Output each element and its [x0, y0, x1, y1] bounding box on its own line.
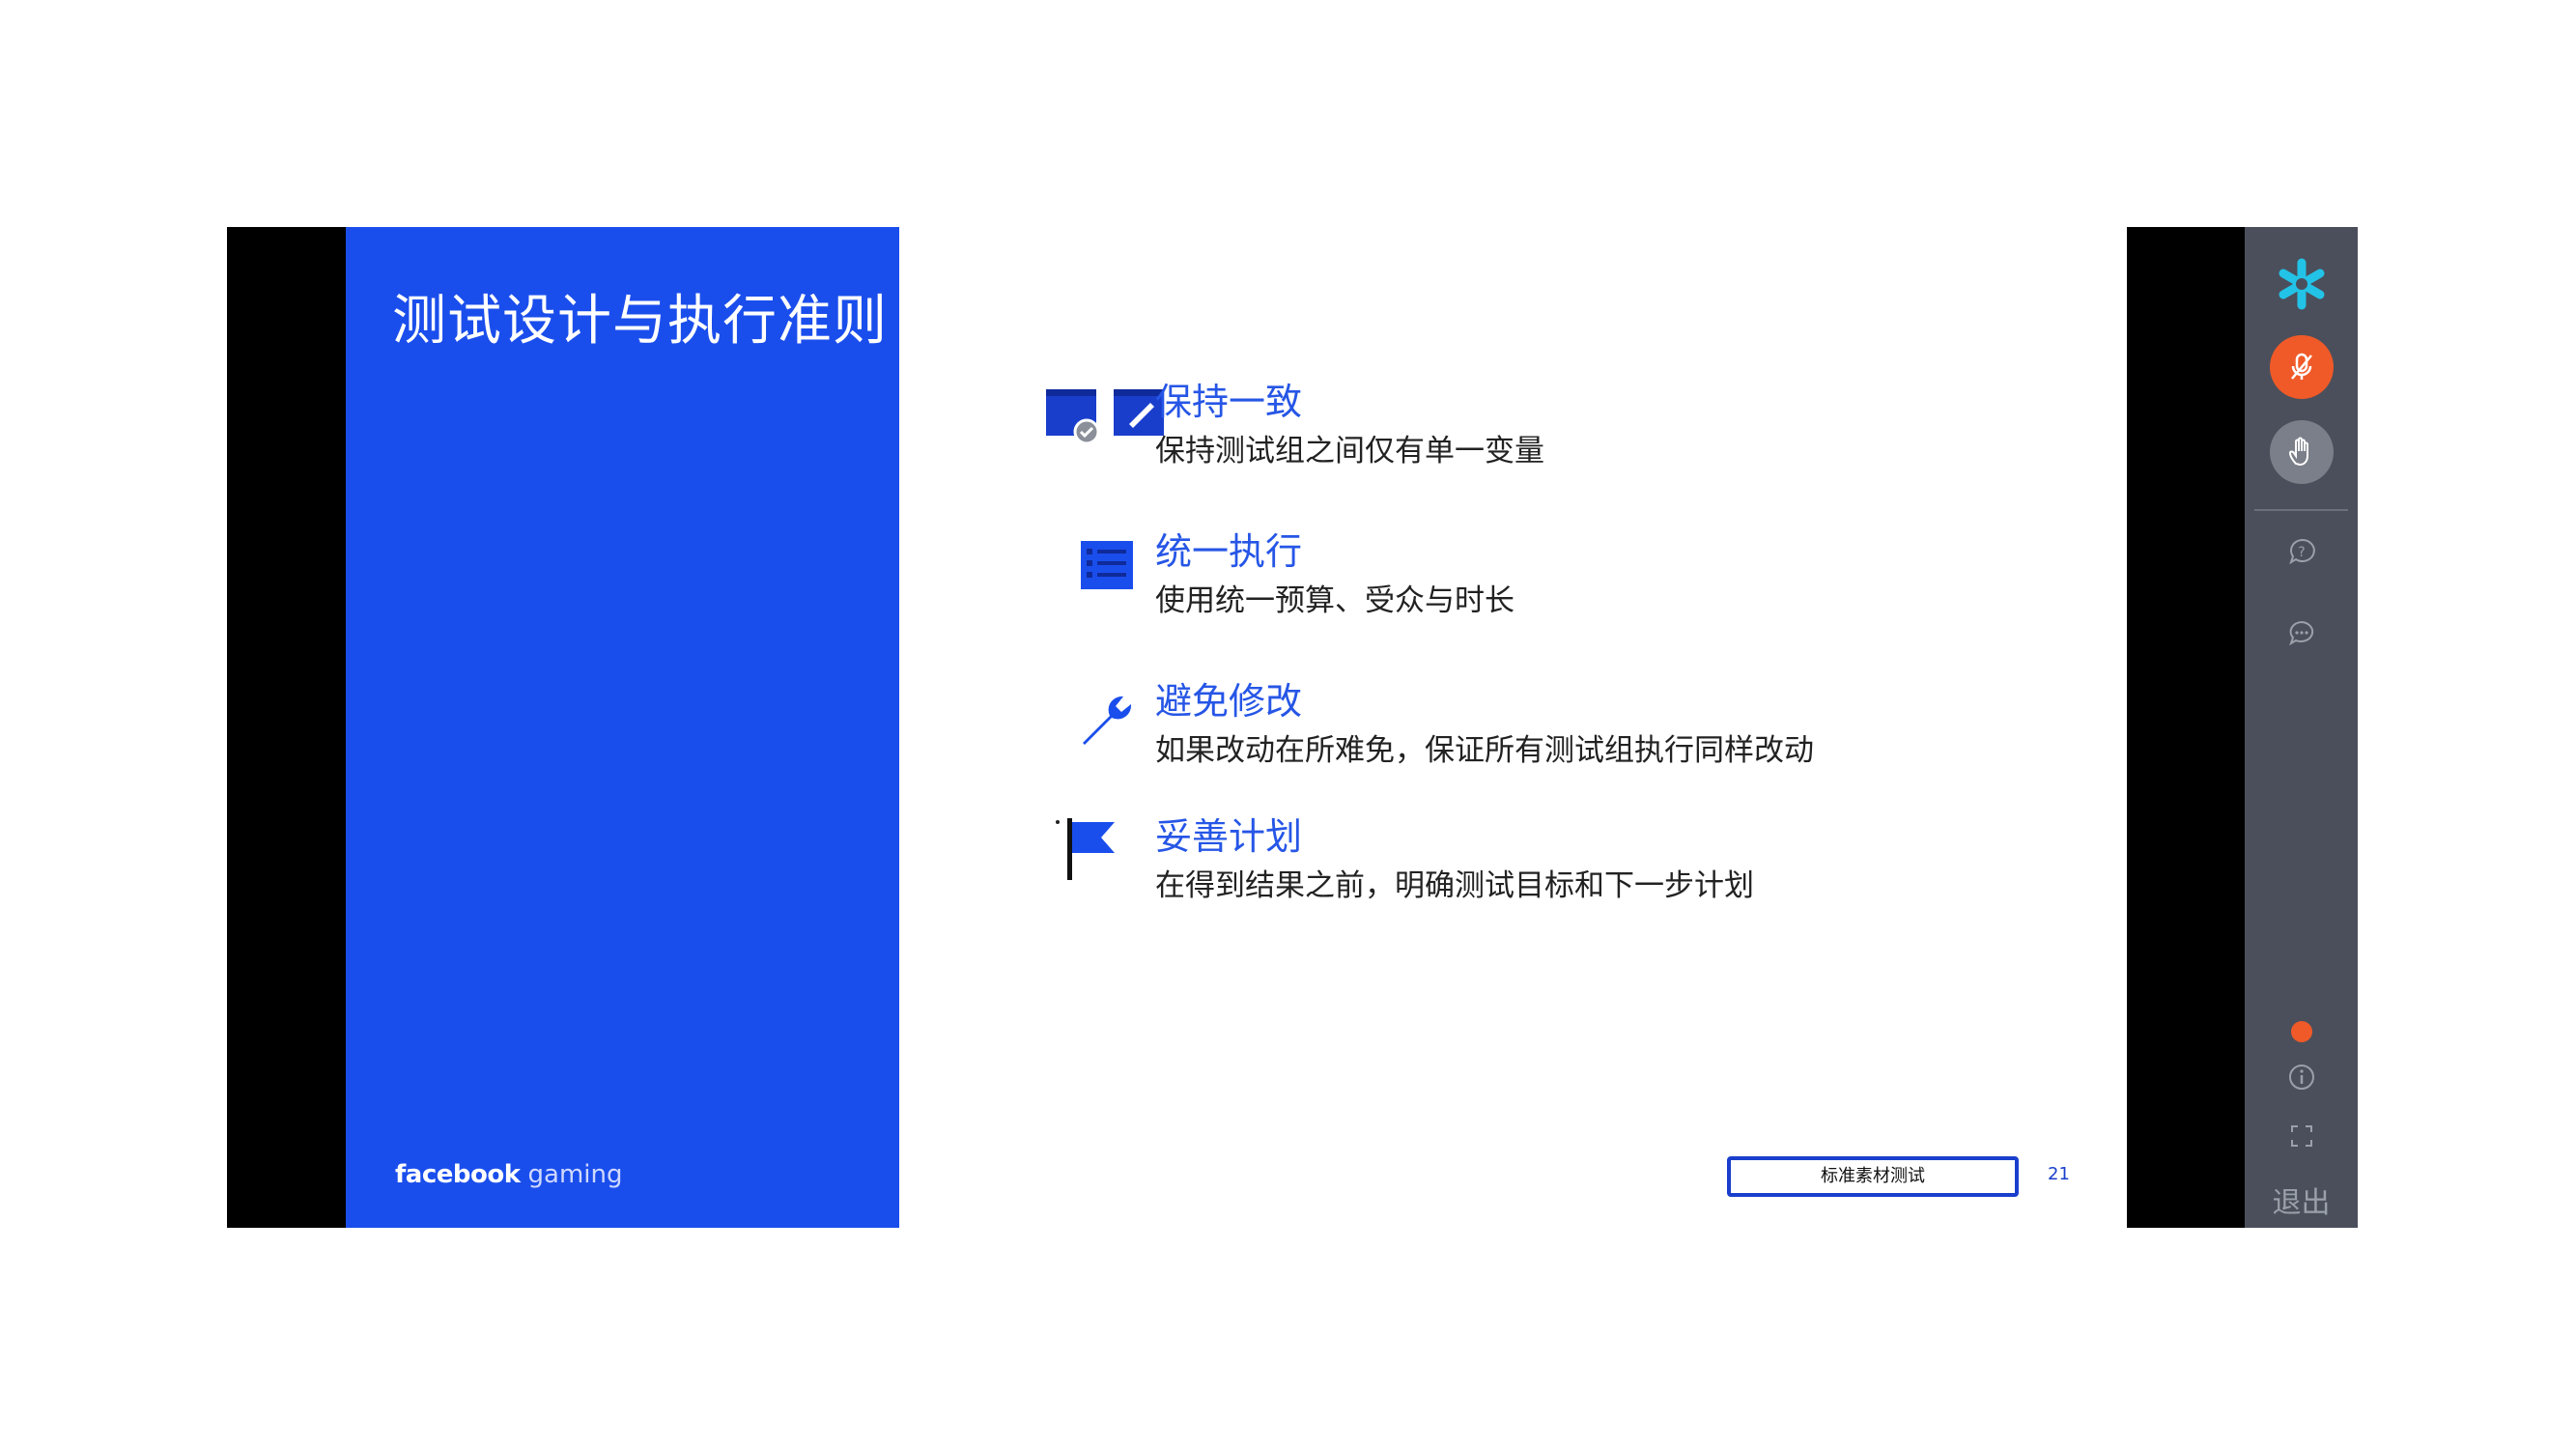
question-icon: ? — [2288, 538, 2315, 565]
checklist-icon — [1044, 529, 1160, 607]
slide-left-panel: 测试设计与执行准则 facebook gaming — [346, 227, 899, 1228]
toolbar-divider — [2254, 509, 2348, 511]
slide-tag: 标准素材测试 — [1727, 1156, 2019, 1197]
question-button[interactable]: ? — [2282, 532, 2321, 571]
guideline-description: 保持测试组之间仅有单一变量 — [1155, 434, 1544, 469]
brand-logo: facebook gaming — [395, 1160, 623, 1189]
side-toolbar: ? 退出 — [2245, 227, 2358, 1228]
windows-check-edit-icon — [1044, 380, 1164, 457]
info-icon — [2288, 1065, 2314, 1090]
status-dot-icon — [2290, 1020, 2313, 1043]
wrench-icon — [1044, 679, 1160, 756]
fullscreen-icon — [2290, 1125, 2312, 1147]
microphone-muted-button[interactable] — [2269, 335, 2334, 399]
guideline-item-avoid-changes: 避免修改 如果改动在所难免，保证所有测试组执行同样改动 — [1083, 671, 2024, 787]
slide-title: 测试设计与执行准则 — [392, 290, 888, 353]
guideline-item-consistent: 保持一致 保持测试组之间仅有单一变量 — [1046, 372, 2024, 488]
guideline-item-unified: 统一执行 使用统一预算、受众与时长 — [1081, 522, 2024, 638]
asterisk-logo-icon — [2268, 250, 2335, 318]
svg-text:?: ? — [2298, 545, 2305, 560]
guideline-item-plan: 妥善计划 在得到结果之前，明确测试目标和下一步计划 — [1056, 807, 2024, 923]
fullscreen-button[interactable] — [2284, 1119, 2319, 1153]
brand-light: gaming — [527, 1160, 623, 1189]
guideline-heading: 统一执行 — [1155, 530, 1303, 573]
guideline-heading: 保持一致 — [1155, 381, 1303, 423]
raise-hand-button[interactable] — [2269, 420, 2334, 484]
guideline-description: 如果改动在所难免，保证所有测试组执行同样改动 — [1155, 733, 1814, 768]
guideline-description: 在得到结果之前，明确测试目标和下一步计划 — [1155, 868, 1754, 903]
guideline-heading: 妥善计划 — [1155, 815, 1303, 858]
chat-icon — [2288, 620, 2313, 646]
guideline-heading: 避免修改 — [1155, 680, 1303, 723]
raise-hand-icon — [2288, 437, 2308, 467]
flag-icon — [1044, 814, 1160, 892]
chat-button[interactable] — [2282, 613, 2321, 652]
exit-button[interactable]: 退出 — [2245, 1179, 2358, 1221]
microphone-muted-icon — [2290, 353, 2312, 380]
presentation-slide: 测试设计与执行准则 facebook gaming 保持一致 保持测试组之间仅有单… — [346, 227, 2127, 1228]
video-viewer: 测试设计与执行准则 facebook gaming 保持一致 保持测试组之间仅有单… — [227, 227, 2358, 1228]
page-number: 21 — [2048, 1164, 2070, 1184]
brand-bold: facebook — [395, 1160, 521, 1189]
guideline-description: 使用统一预算、受众与时长 — [1155, 583, 1514, 618]
info-button[interactable] — [2284, 1060, 2319, 1094]
